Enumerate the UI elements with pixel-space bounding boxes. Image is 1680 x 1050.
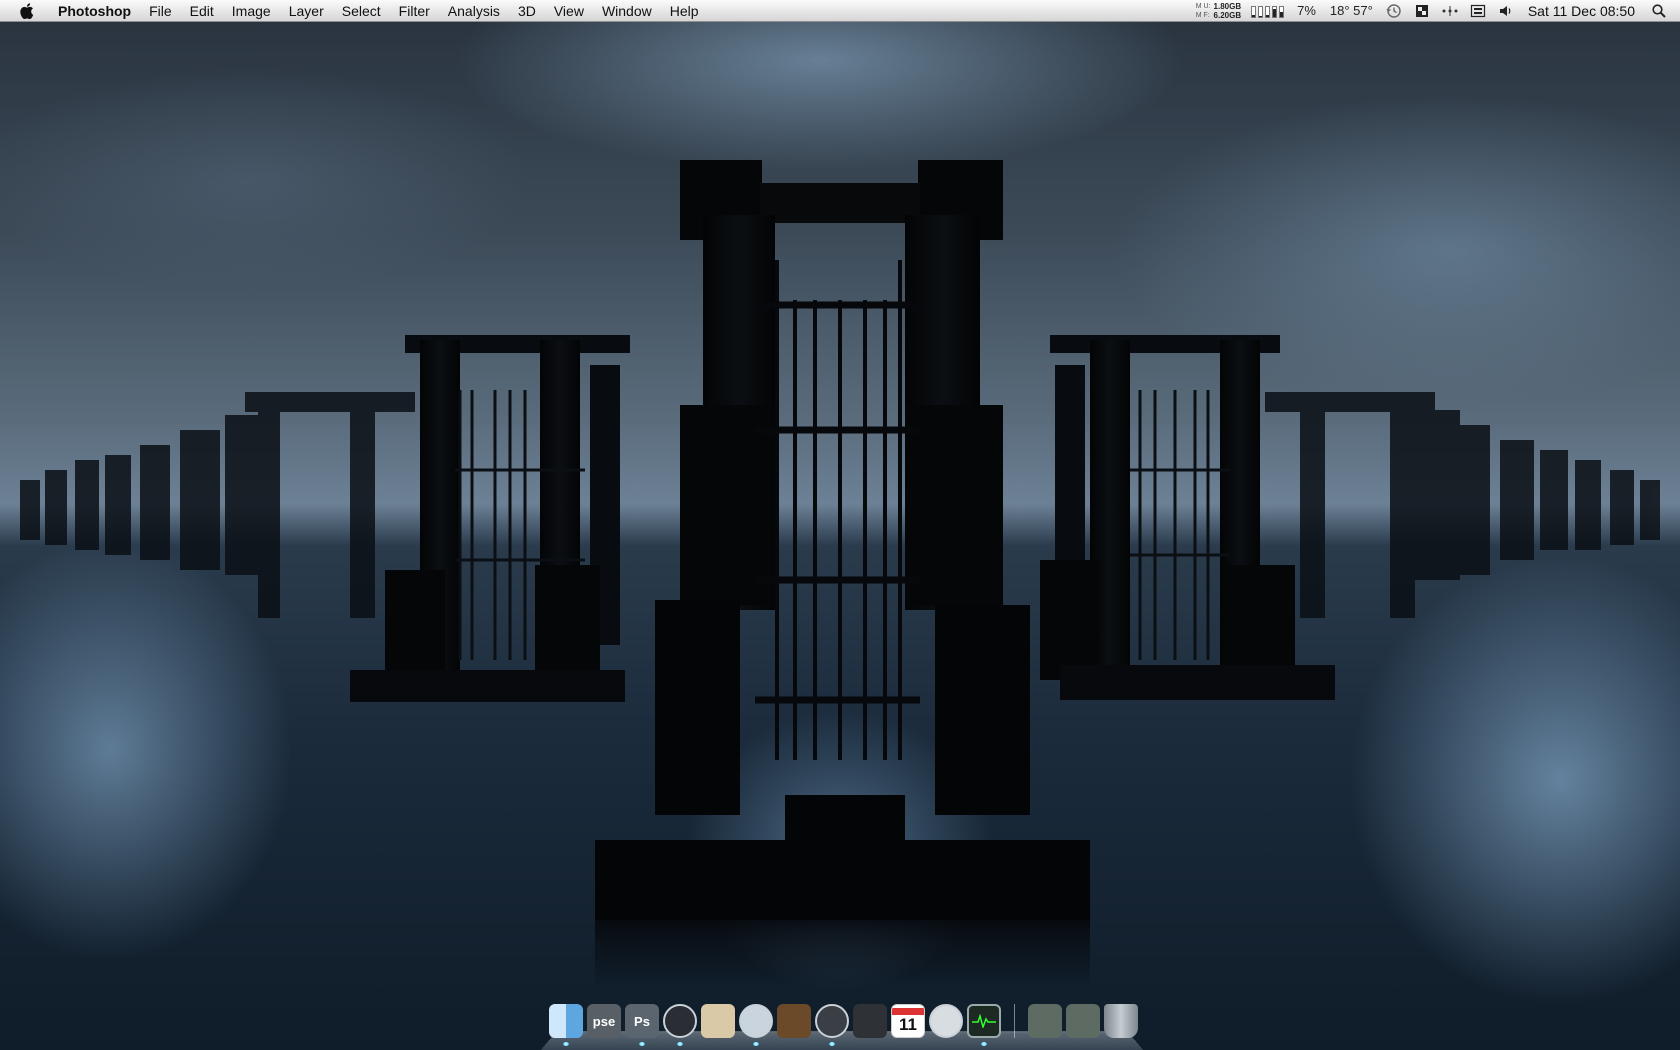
- mini-bar: [1265, 5, 1271, 18]
- running-indicator: [563, 1042, 569, 1046]
- menu-app-name[interactable]: Photoshop: [48, 0, 140, 22]
- dock-item-itunes[interactable]: [814, 1000, 850, 1046]
- dock-item-aperture[interactable]: [662, 1000, 698, 1046]
- menu-layer[interactable]: Layer: [280, 0, 333, 22]
- menu-help[interactable]: Help: [661, 0, 708, 22]
- aperture-icon: [663, 1004, 697, 1038]
- menu-image[interactable]: Image: [223, 0, 280, 22]
- cpu-usage[interactable]: 7%: [1290, 3, 1323, 18]
- dock-item-documents-folder[interactable]: [1065, 1000, 1101, 1038]
- memory-labels: M U: M F:: [1196, 2, 1211, 20]
- safari-compass-icon: [739, 1004, 773, 1038]
- menu-extras: M U: M F: 1.80GB 6.20GB 7% 18° 57° Sat 1…: [1196, 0, 1680, 21]
- time-machine-icon[interactable]: [1383, 0, 1405, 21]
- dock-separator: [1014, 1004, 1015, 1038]
- memory-meter[interactable]: 1.80GB 6.20GB: [1214, 2, 1242, 20]
- volume-icon[interactable]: [1495, 0, 1517, 21]
- menu-bar: Photoshop File Edit Image Layer Select F…: [0, 0, 1680, 22]
- preview-icon: [701, 1004, 735, 1038]
- dock-item-address-book[interactable]: [776, 1000, 812, 1038]
- keyboard-input-icon[interactable]: [1467, 0, 1489, 21]
- temperature-readout[interactable]: 18° 57°: [1323, 3, 1380, 18]
- menu-view[interactable]: View: [545, 0, 593, 22]
- running-indicator: [639, 1042, 645, 1046]
- dock-item-activity-monitor[interactable]: [966, 1000, 1002, 1046]
- dock-items: pse Ps 11: [548, 1000, 1139, 1046]
- memory-used-value: 1.80GB: [1213, 1, 1242, 11]
- desktop-wallpaper: [0, 0, 1680, 1050]
- distant-structures-right: [1265, 392, 1660, 618]
- menu-window[interactable]: Window: [593, 0, 661, 22]
- gate-structure-left: [350, 335, 630, 702]
- wallpaper-scene: [20, 160, 1660, 990]
- running-indicator: [981, 1042, 987, 1046]
- pse-icon: pse: [587, 1004, 621, 1038]
- dock: pse Ps 11: [540, 996, 1144, 1050]
- music-notes-icon: [853, 1004, 887, 1038]
- itunes-icon: [815, 1004, 849, 1038]
- dock-item-label: 11: [899, 1014, 917, 1034]
- menu-bar-left: Photoshop File Edit Image Layer Select F…: [0, 0, 708, 22]
- running-indicator: [753, 1042, 759, 1046]
- activity-monitor-icon: [967, 1004, 1001, 1038]
- menu-3d[interactable]: 3D: [509, 0, 545, 22]
- downloads-folder-icon: [1028, 1004, 1062, 1038]
- dock-item-music-notes[interactable]: [852, 1000, 888, 1038]
- dock-item-finder[interactable]: [548, 1000, 584, 1046]
- memory-free-label: M F:: [1195, 11, 1210, 19]
- mini-bar: [1258, 5, 1264, 18]
- menu-file[interactable]: File: [140, 0, 181, 22]
- dock-item-downloads-folder[interactable]: [1027, 1000, 1063, 1038]
- disc-icon: [929, 1004, 963, 1038]
- dock-item-label: pse: [592, 1013, 616, 1029]
- documents-folder-icon: [1066, 1004, 1100, 1038]
- spotlight-search-icon[interactable]: [1648, 0, 1670, 21]
- memory-free-value: 6.20GB: [1213, 10, 1242, 20]
- running-indicator: [829, 1042, 835, 1046]
- unknown-menu-extra-icon[interactable]: [1411, 0, 1433, 21]
- dock-item-pse[interactable]: pse: [586, 1000, 622, 1038]
- mini-bar: [1279, 5, 1285, 18]
- gate-structure-right: [1040, 335, 1335, 700]
- apple-logo-icon[interactable]: [18, 2, 36, 20]
- menu-edit[interactable]: Edit: [181, 0, 223, 22]
- trash-icon: [1104, 1004, 1138, 1038]
- distant-structures-left: [20, 392, 415, 618]
- calendar-icon: 11: [891, 1004, 925, 1038]
- dock-item-calendar[interactable]: 11: [890, 1000, 926, 1038]
- activity-mini-bars[interactable]: [1251, 4, 1285, 18]
- dock-item-trash[interactable]: [1103, 1000, 1139, 1038]
- running-indicator: [677, 1042, 683, 1046]
- dock-item-ps[interactable]: Ps: [624, 1000, 660, 1046]
- dock-item-disc[interactable]: [928, 1000, 964, 1038]
- menu-analysis[interactable]: Analysis: [439, 0, 509, 22]
- menu-select[interactable]: Select: [333, 0, 390, 22]
- menu-clock[interactable]: Sat 11 Dec 08:50: [1520, 3, 1645, 19]
- memory-used-label: M U:: [1195, 2, 1211, 10]
- finder-icon: [549, 1004, 583, 1038]
- gate-structure-center: [595, 160, 1090, 990]
- mini-bar: [1272, 5, 1278, 18]
- bluetooth-dots-icon[interactable]: [1439, 0, 1461, 21]
- ps-icon: Ps: [625, 1004, 659, 1038]
- address-book-icon: [777, 1004, 811, 1038]
- dock-item-label: Ps: [634, 1013, 650, 1029]
- dock-item-preview[interactable]: [700, 1000, 736, 1038]
- dock-item-safari-compass[interactable]: [738, 1000, 774, 1046]
- menu-filter[interactable]: Filter: [390, 0, 439, 22]
- mini-bar: [1251, 5, 1257, 18]
